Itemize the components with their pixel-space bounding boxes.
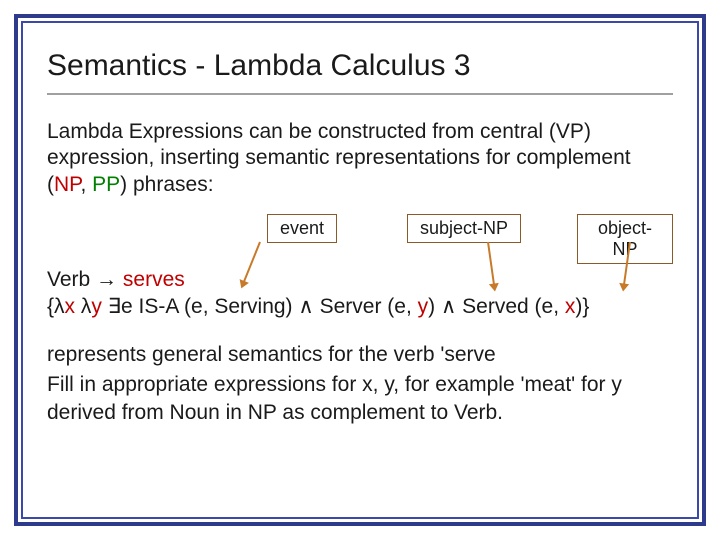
f-lambda1: λ	[54, 295, 65, 318]
f-and1: ∧	[298, 295, 313, 318]
f-y2: y	[418, 295, 429, 318]
intro-paragraph: Lambda Expressions can be constructed fr…	[47, 119, 673, 198]
f-e1: e IS-A (e, Serving)	[121, 295, 298, 318]
f-mid2: )	[428, 295, 441, 318]
explain-1: represents general semantics for the ver…	[47, 341, 673, 369]
np-token: NP	[54, 173, 80, 196]
f-served: Served (e,	[456, 295, 565, 318]
f-x2: x	[565, 295, 576, 318]
lambda-formula: {λx λy ∃e IS-A (e, Serving) ∧ Server (e,…	[47, 294, 673, 319]
intro-text-pre: Lambda Expressions can be constructed fr…	[47, 120, 556, 143]
vp-token: VP	[556, 120, 584, 143]
f-open: {	[47, 295, 54, 318]
f-lambda2: λ	[81, 295, 92, 318]
slide-inner-frame: Semantics - Lambda Calculus 3 Lambda Exp…	[21, 21, 699, 519]
f-server: Server (e,	[314, 295, 418, 318]
intro-text-post: ) phrases:	[120, 173, 213, 196]
label-event: event	[267, 214, 337, 243]
label-object-np: object-NP	[577, 214, 673, 264]
intro-comma: ,	[80, 173, 92, 196]
f-exist: ∃	[108, 295, 121, 318]
label-subject-np: subject-NP	[407, 214, 521, 243]
f-x1: x	[65, 295, 81, 318]
slide-title: Semantics - Lambda Calculus 3	[47, 49, 673, 95]
pp-token: PP	[92, 173, 120, 196]
f-y1: y	[91, 295, 107, 318]
annotation-row: event subject-NP object-NP	[47, 214, 673, 272]
f-and2: ∧	[441, 295, 456, 318]
slide-outer-frame: Semantics - Lambda Calculus 3 Lambda Exp…	[14, 14, 706, 526]
explain-2: Fill in appropriate expressions for x, y…	[47, 371, 673, 428]
f-close: )}	[575, 295, 589, 318]
